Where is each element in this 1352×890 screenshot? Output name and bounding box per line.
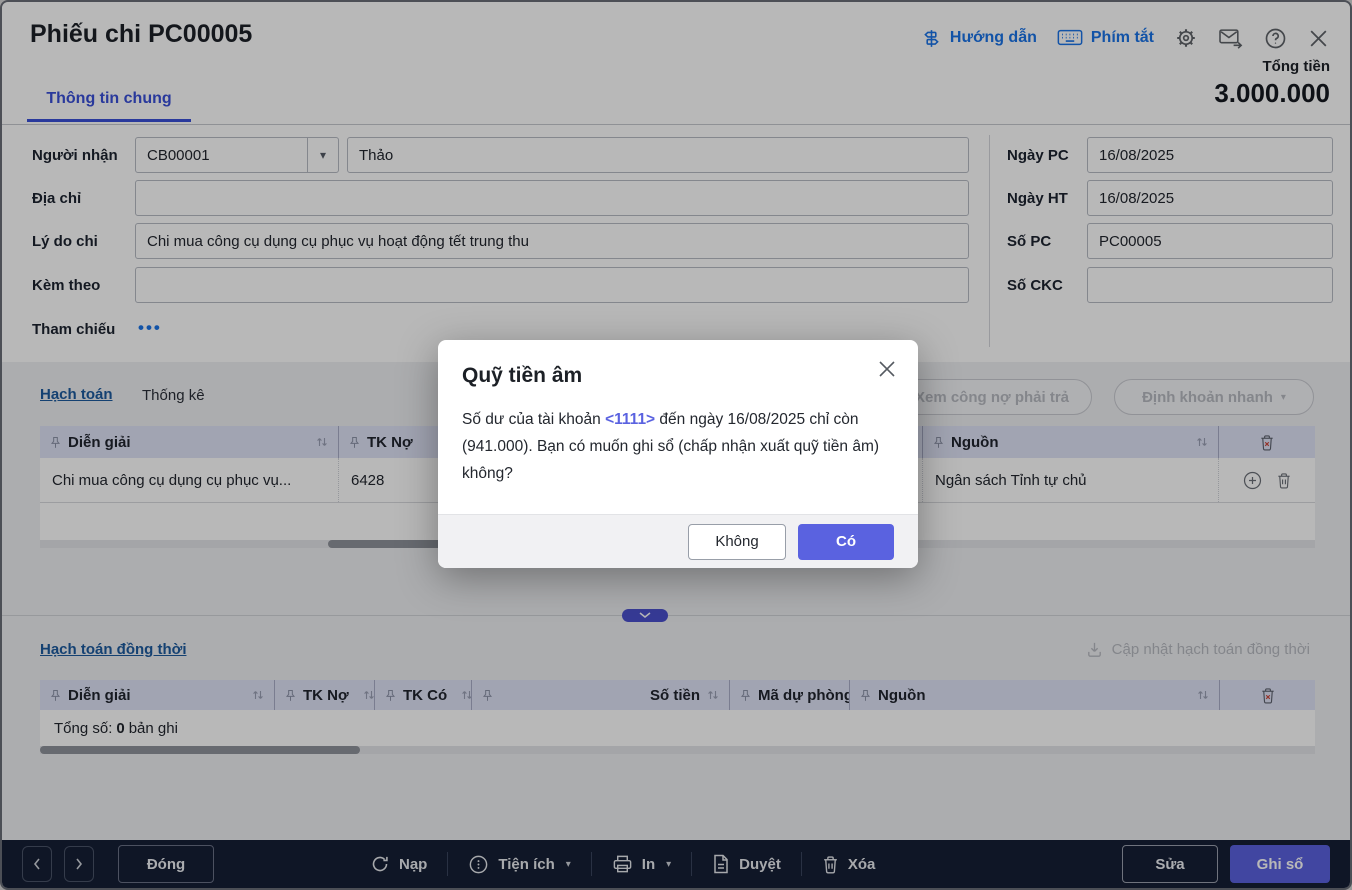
message-before: Số dư của tài khoản: [462, 411, 605, 428]
payment-voucher-window: Phiếu chi PC00005 Hướng dẫn Phím tắt Tổ: [0, 0, 1352, 890]
yes-button[interactable]: Có: [798, 524, 894, 560]
negative-fund-dialog: Quỹ tiền âm Số dư của tài khoản <1111> đ…: [438, 340, 918, 568]
dialog-message: Số dư của tài khoản <1111> đến ngày 16/0…: [462, 406, 896, 487]
account-link[interactable]: <1111>: [605, 411, 655, 428]
no-button[interactable]: Không: [688, 524, 786, 560]
dialog-title: Quỹ tiền âm: [462, 364, 582, 388]
dialog-footer: Không Có: [438, 514, 918, 568]
dialog-close-icon[interactable]: [876, 358, 898, 380]
